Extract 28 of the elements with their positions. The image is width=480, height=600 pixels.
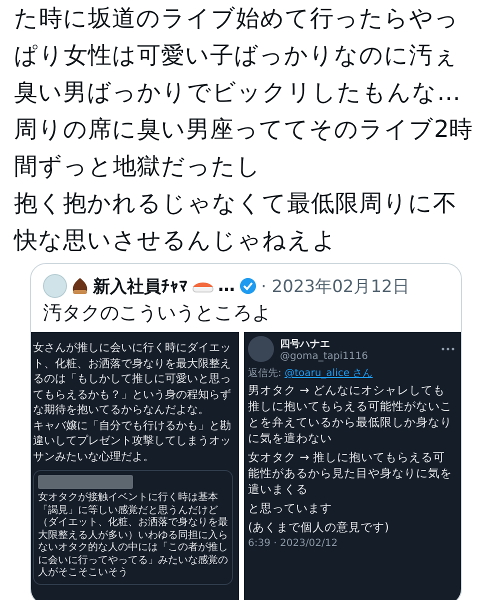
post-date: · 2023年02月12日 [261, 276, 410, 298]
tweet-text: 間ずっと地獄だったし [14, 151, 261, 182]
tweet-text: た時に坂道のライブ始めて行ったらやっ [14, 3, 459, 34]
chestnut-icon [71, 277, 89, 295]
tweet-text: ぱり女性は可愛い子ばっかりなのに汚ぇ [14, 40, 458, 71]
embedded-post-text: 女オタクが接触イベントに行く時は基本「謁見」に等しい感覚だと思うんだけど（ダイエット、化粧、お洒落で身なりを最大限整える人が多い）いわゆる同担に入らないオタク的な人の中には「この者が推しに会いに行ってやってる」みたいな感覚の人がそこそこいそう [38, 492, 228, 580]
reply-text: 男オタク → どんなにオシャレしても推しに抱いてもらえる可能性がないことを弁えているから最低限しか身なりに気を遣わない [248, 382, 453, 446]
reply-text: 女オタク → 推しに抱いてもらえる可能性があるから見た目や身なりに気を遣いまくる [248, 449, 453, 497]
reply-text: と思っています [248, 500, 333, 516]
avatar [248, 336, 274, 362]
author-name: 新入社員ﾁｬﾏ [93, 276, 188, 298]
timestamp: 6:39 · 2023/02/12 [248, 538, 339, 549]
tweet-text: 周りの席に臭い男座っててそのライブ2時 [14, 114, 473, 145]
quote-text: 汚タクのこういうところよ [42, 301, 272, 326]
post-text: 女さんが推しに会いに行く時にダイエット、化粧、お洒落で身なりを最大限整えるのは「もしかして推しに可愛いと思ってもらえるかも？」という身の程知らずな期待を抱いてるからなんだよな。 [33, 340, 232, 418]
avatar [43, 274, 67, 298]
tweet-text: 抱く抱かれるじゃなくて最低限周りに不 [14, 188, 457, 219]
reply-text: (あくまで個人の意見です) [248, 519, 390, 535]
mention-link[interactable]: @toaru_alice さん [284, 368, 373, 379]
user-name: 四号ハナエ [280, 338, 331, 350]
reply-to-text: 返信先: @toaru_alice さん [248, 366, 374, 380]
more-icon[interactable] [441, 347, 455, 351]
tweet-text: 臭い男ばっかりでビックリしたもんな… [14, 77, 460, 108]
truncation-mark: … [218, 276, 235, 296]
quoted-tweet-card[interactable] [30, 263, 462, 600]
post-text: キャバ嬢に「自分でも行けるかも」と勘違いしてプレゼント攻撃してしまうオッサンみたいな心理だよ。 [33, 418, 232, 464]
user-handle: @goma_tapi1116 [280, 350, 369, 362]
tweet-text: 快な思いさせるんじゃねえよ [14, 225, 337, 256]
